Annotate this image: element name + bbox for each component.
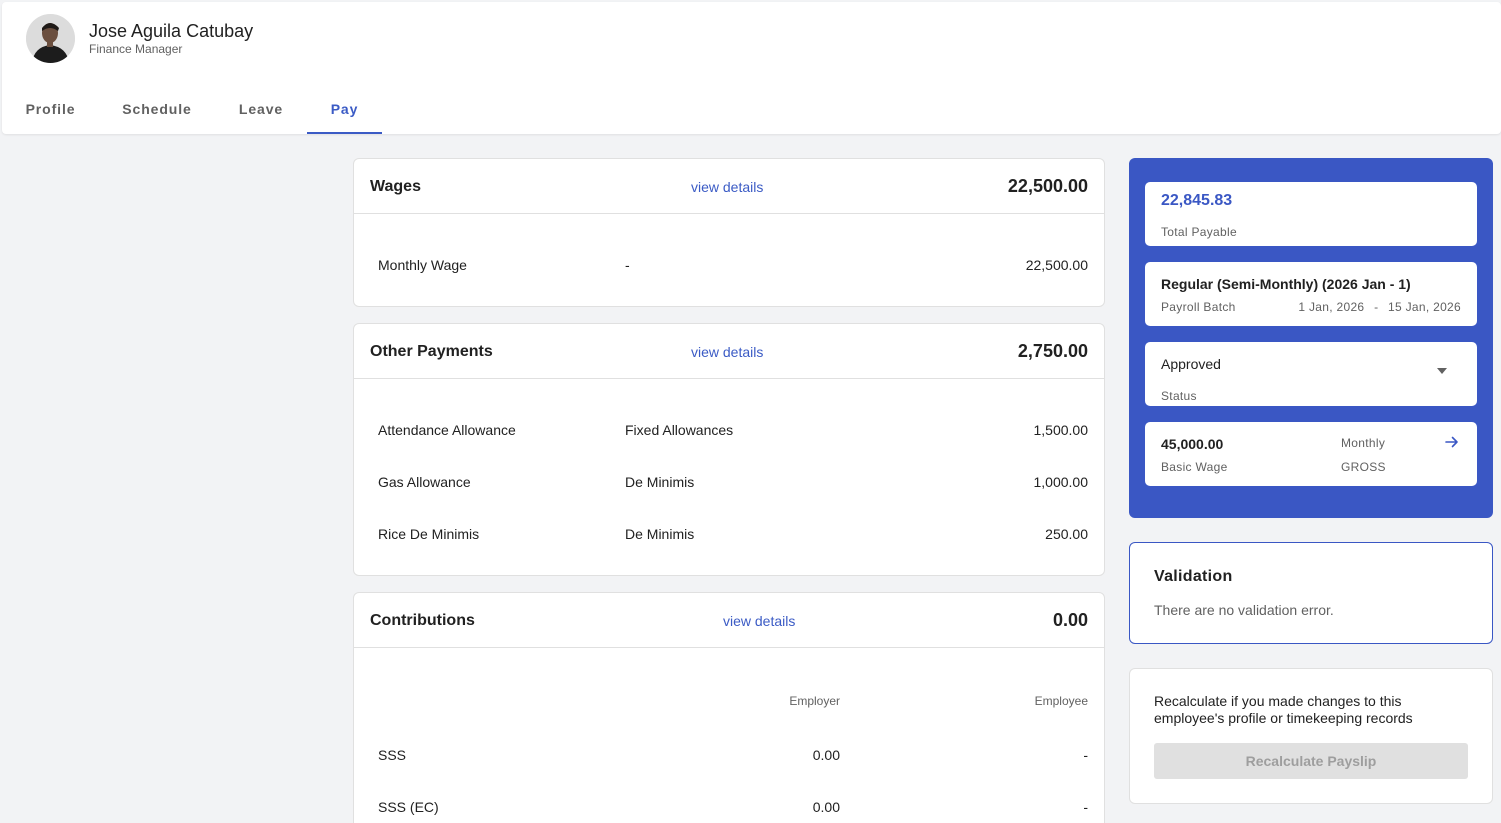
wages-card: Wages view details 22,500.00 Monthly Wag… — [353, 158, 1105, 307]
payroll-batch-title: Regular (Semi-Monthly) (2026 Jan - 1) — [1161, 276, 1411, 292]
payroll-batch-start: 1 Jan, 2026 — [1298, 300, 1365, 314]
contribution-row: SSS 0.00 - — [354, 747, 1104, 767]
other-payments-card-header: Other Payments view details 2,750.00 — [354, 324, 1104, 379]
wage-row-type: - — [625, 257, 630, 273]
contribution-row-employer: 0.00 — [812, 747, 840, 763]
contribution-row-name: SSS (EC) — [378, 799, 439, 815]
contribution-row-employee: - — [1083, 799, 1088, 815]
contributions-card: Contributions view details 0.00 Employer… — [353, 592, 1105, 823]
recalculate-card: Recalculate if you made changes to this … — [1129, 668, 1493, 804]
tab-schedule[interactable]: Schedule — [99, 88, 215, 134]
payment-row-type: De Minimis — [625, 526, 695, 542]
payment-row-type: De Minimis — [625, 474, 695, 490]
payment-row-amount: 1,000.00 — [1033, 474, 1089, 490]
employee-title: Finance Manager — [89, 42, 183, 56]
contribution-row: SSS (EC) 0.00 - — [354, 799, 1104, 819]
total-payable-label: Total Payable — [1161, 225, 1237, 239]
wages-view-details-link[interactable]: view details — [691, 179, 763, 195]
other-payments-total: 2,750.00 — [1017, 341, 1088, 361]
basic-wage-label: Basic Wage — [1161, 460, 1228, 474]
contribution-row-employer: 0.00 — [812, 799, 840, 815]
payment-row: Rice De Minimis De Minimis 250.00 — [354, 526, 1104, 546]
payroll-batch-separator: - — [1374, 300, 1379, 314]
other-payments-view-details-link[interactable]: view details — [691, 344, 763, 360]
caret-down-icon[interactable] — [1437, 361, 1447, 379]
employee-name: Jose Aguila Catubay — [89, 21, 254, 41]
wages-title: Wages — [370, 178, 421, 195]
arrow-right-icon[interactable] — [1445, 435, 1459, 453]
payroll-batch-label: Payroll Batch — [1161, 300, 1236, 314]
contributions-view-details-link[interactable]: view details — [723, 613, 795, 629]
status-select[interactable]: Approved Status — [1145, 342, 1477, 406]
wage-row: Monthly Wage - 22,500.00 — [354, 257, 1104, 277]
tab-leave[interactable]: Leave — [215, 88, 307, 134]
contributions-card-header: Contributions view details 0.00 — [354, 593, 1104, 648]
payslip-summary-panel: 22,845.83 Total Payable Regular (Semi-Mo… — [1129, 158, 1493, 518]
other-payments-title: Other Payments — [370, 343, 493, 360]
contributions-title: Contributions — [370, 612, 475, 629]
payment-row-name: Attendance Allowance — [378, 422, 516, 438]
column-header-employer: Employer — [789, 694, 840, 708]
status-label: Status — [1161, 389, 1197, 403]
payment-row-name: Gas Allowance — [378, 474, 471, 490]
status-value: Approved — [1161, 356, 1221, 372]
payroll-batch-card: Regular (Semi-Monthly) (2026 Jan - 1) Pa… — [1145, 262, 1477, 326]
recalculate-payslip-button[interactable]: Recalculate Payslip — [1154, 743, 1468, 779]
wages-total: 22,500.00 — [1007, 176, 1088, 196]
basic-wage-card[interactable]: 45,000.00 Basic Wage Monthly GROSS — [1145, 422, 1477, 486]
avatar — [26, 14, 75, 63]
wage-row-name: Monthly Wage — [378, 257, 467, 273]
validation-title: Validation — [1154, 568, 1233, 585]
tab-pay[interactable]: Pay — [307, 88, 382, 134]
recalculate-message: Recalculate if you made changes to this … — [1154, 693, 1413, 726]
total-payable-value: 22,845.83 — [1161, 192, 1233, 209]
employee-header: Jose Aguila Catubay Finance Manager Prof… — [2, 2, 1501, 134]
payment-row-type: Fixed Allowances — [625, 422, 734, 438]
payment-row-name: Rice De Minimis — [378, 526, 480, 542]
payment-row-amount: 1,500.00 — [1033, 422, 1089, 438]
payment-row-amount: 250.00 — [1045, 526, 1088, 542]
basic-wage-value: 45,000.00 — [1161, 436, 1224, 452]
wages-card-header: Wages view details 22,500.00 — [354, 159, 1104, 214]
payment-row: Gas Allowance De Minimis 1,000.00 — [354, 474, 1104, 494]
basic-wage-type: GROSS — [1341, 460, 1386, 474]
payroll-batch-dates: 1 Jan, 2026 - 15 Jan, 2026 — [1298, 300, 1461, 314]
basic-wage-period: Monthly — [1341, 436, 1386, 450]
validation-message: There are no validation error. — [1154, 602, 1334, 618]
payroll-batch-end: 15 Jan, 2026 — [1388, 300, 1461, 314]
other-payments-card: Other Payments view details 2,750.00 Att… — [353, 323, 1105, 576]
total-payable-card: 22,845.83 Total Payable — [1145, 182, 1477, 246]
tab-profile[interactable]: Profile — [2, 88, 99, 134]
column-header-employee: Employee — [1034, 694, 1088, 708]
contributions-total: 0.00 — [1052, 610, 1088, 630]
payment-row: Attendance Allowance Fixed Allowances 1,… — [354, 422, 1104, 442]
contribution-row-employee: - — [1083, 747, 1088, 763]
wage-row-amount: 22,500.00 — [1025, 257, 1088, 273]
contribution-row-name: SSS — [378, 747, 407, 763]
validation-card: Validation There are no validation error… — [1129, 542, 1493, 644]
